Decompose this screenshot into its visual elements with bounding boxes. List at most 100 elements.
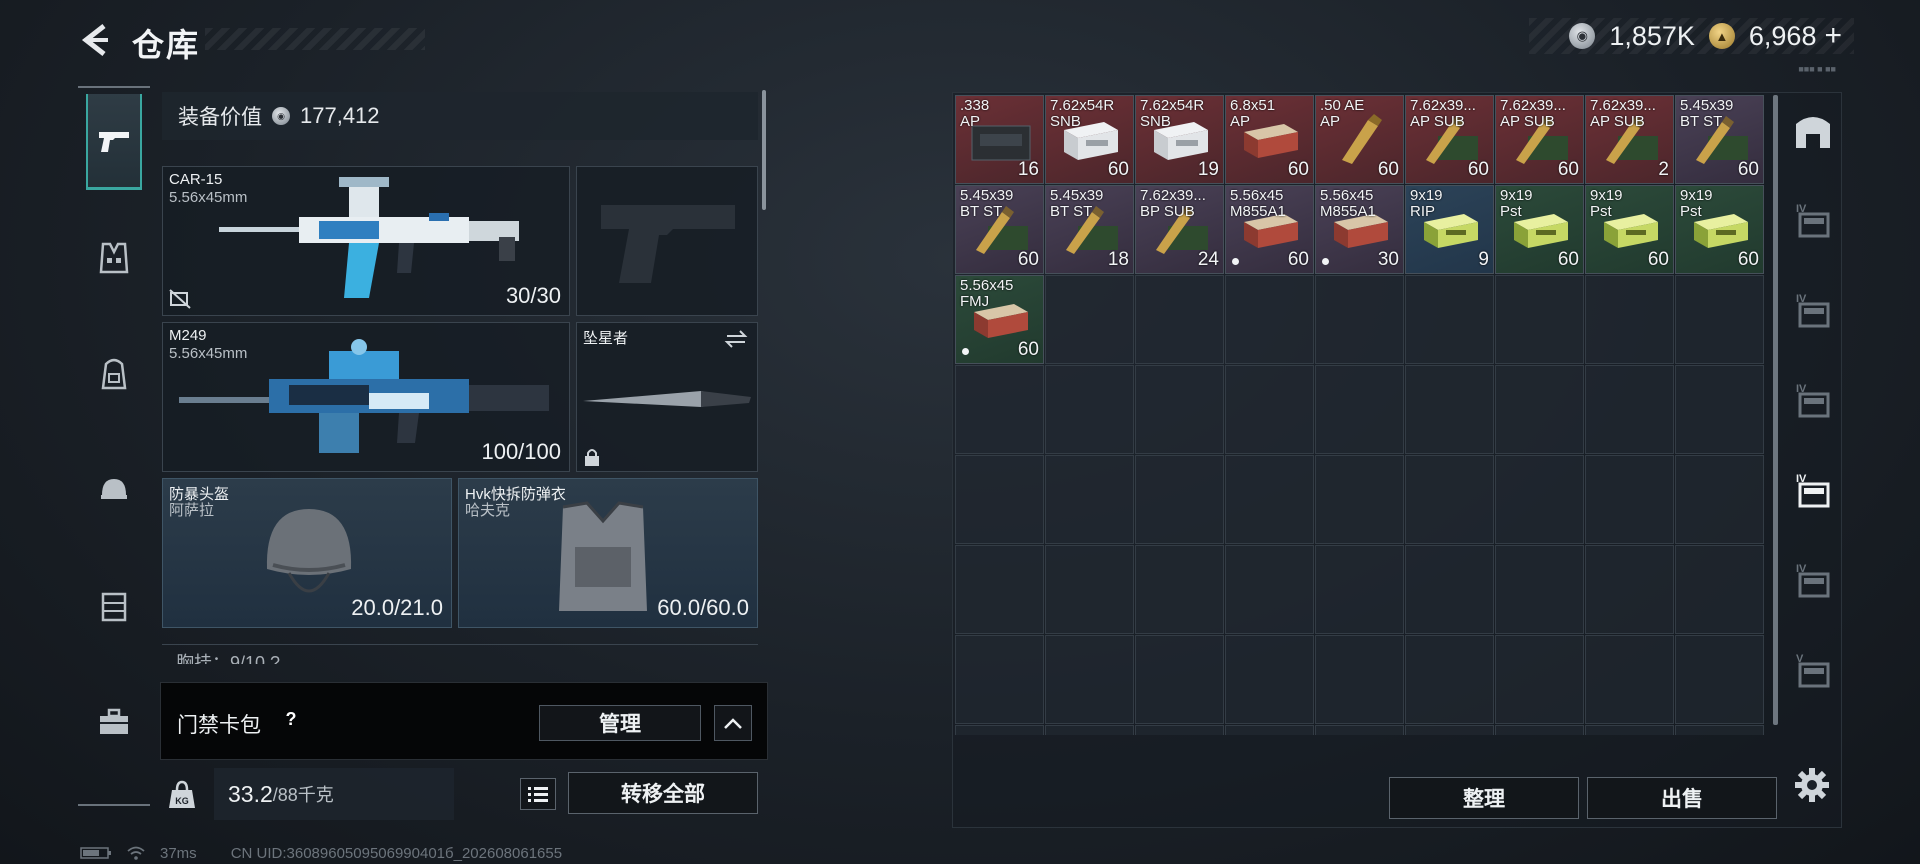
storage-item[interactable]: 7.62x39... AP SUB 60 (1405, 95, 1494, 184)
storage-item[interactable]: 7.62x54R SNB 19 (1135, 95, 1224, 184)
category-backpack[interactable] (86, 326, 142, 422)
grid-cell[interactable] (1675, 545, 1764, 634)
grid-cell[interactable] (1135, 365, 1224, 454)
storage-item[interactable]: 9x19 RIP 9 (1405, 185, 1494, 274)
back-button[interactable] (78, 22, 114, 58)
collapse-button[interactable] (714, 705, 752, 741)
storage-tab[interactable]: IV (1789, 377, 1837, 425)
grid-cell[interactable] (1135, 545, 1224, 634)
pistol-slot-empty[interactable] (576, 166, 758, 316)
grid-cell[interactable] (1585, 725, 1674, 735)
grid-cell[interactable] (1225, 275, 1314, 364)
grid-cell[interactable] (1225, 455, 1314, 544)
storage-item[interactable]: .50 AE AP 60 (1315, 95, 1404, 184)
storage-tab[interactable]: IV (1789, 287, 1837, 335)
grid-cell[interactable] (1585, 545, 1674, 634)
grid-cell[interactable] (1225, 725, 1314, 735)
storage-item[interactable]: 7.62x39... BP SUB 24 (1135, 185, 1224, 274)
storage-tab[interactable]: IV (1789, 557, 1837, 605)
manage-button[interactable]: 管理 (539, 705, 701, 741)
storage-item[interactable]: 5.45x39 BT ST 60 (955, 185, 1044, 274)
grid-cell[interactable] (1495, 455, 1584, 544)
storage-item[interactable]: 7.62x39... AP SUB 2 (1585, 95, 1674, 184)
grid-cell[interactable] (1675, 635, 1764, 724)
grid-cell[interactable] (1315, 365, 1404, 454)
storage-item[interactable]: 7.62x54R SNB 60 (1045, 95, 1134, 184)
category-case[interactable] (86, 674, 142, 770)
storage-tab[interactable]: V (1789, 647, 1837, 695)
grid-cell[interactable] (1405, 275, 1494, 364)
storage-item[interactable]: 5.56x45 M855A1 30 (1315, 185, 1404, 274)
storage-item[interactable]: 9x19 Pst 60 (1675, 185, 1764, 274)
storage-tab[interactable]: IV (1789, 197, 1837, 245)
grid-cell[interactable] (1045, 275, 1134, 364)
grid-cell[interactable] (1135, 455, 1224, 544)
grid-cell[interactable] (1045, 455, 1134, 544)
grid-cell[interactable] (1045, 725, 1134, 735)
grid-cell[interactable] (1315, 455, 1404, 544)
grid-cell[interactable] (1495, 275, 1584, 364)
grid-cell[interactable] (1045, 545, 1134, 634)
category-helmet[interactable] (86, 442, 142, 538)
grid-cell[interactable] (1405, 365, 1494, 454)
grid-cell[interactable] (955, 725, 1044, 735)
grid-cell[interactable] (1405, 545, 1494, 634)
storage-item[interactable]: 6.8x51 AP 60 (1225, 95, 1314, 184)
grid-cell[interactable] (1405, 635, 1494, 724)
category-rig[interactable] (86, 558, 142, 654)
grid-cell[interactable] (1585, 455, 1674, 544)
storage-item[interactable]: .338 AP 16 (955, 95, 1044, 184)
grid-cell[interactable] (1675, 365, 1764, 454)
grid-cell[interactable] (1495, 725, 1584, 735)
chest-rig-row[interactable]: 胸挂：9/10 ? (162, 644, 758, 664)
grid-cell[interactable] (1405, 455, 1494, 544)
category-weapons[interactable] (86, 94, 142, 190)
storage-item[interactable]: 7.62x39... AP SUB 60 (1495, 95, 1584, 184)
grid-cell[interactable] (1495, 365, 1584, 454)
grid-cell[interactable] (1675, 725, 1764, 735)
grid-cell[interactable] (1225, 635, 1314, 724)
armor-slot[interactable]: Hvk快拆防弹衣 哈夫克 60.0/60.0 (458, 478, 758, 628)
storage-item[interactable]: 5.56x45 FMJ 60 (955, 275, 1044, 364)
swap-icon[interactable] (723, 329, 749, 349)
grid-cell[interactable] (1135, 725, 1224, 735)
grid-cell[interactable] (1135, 275, 1224, 364)
settings-gear-icon[interactable] (1792, 765, 1832, 805)
grid-cell[interactable] (955, 545, 1044, 634)
storage-item[interactable]: 5.45x39 BT ST 18 (1045, 185, 1134, 274)
storage-tab[interactable]: IV (1789, 467, 1837, 515)
transfer-all-button[interactable]: 转移全部 (568, 772, 758, 814)
grid-cell[interactable] (1495, 635, 1584, 724)
sort-button[interactable]: 整理 (1389, 777, 1579, 819)
helmet-slot[interactable]: 防暴头盔 阿萨拉 20.0/21.0 (162, 478, 452, 628)
help-icon[interactable]: ? (277, 705, 305, 733)
melee-slot[interactable]: 坠星者 (576, 322, 758, 472)
storage-scrollbar[interactable] (1773, 95, 1778, 725)
grid-cell[interactable] (1225, 365, 1314, 454)
grid-cell[interactable] (1675, 455, 1764, 544)
grid-cell[interactable] (955, 635, 1044, 724)
storage-item[interactable]: 5.45x39 BT ST 60 (1675, 95, 1764, 184)
storage-tab[interactable] (1789, 107, 1837, 155)
grid-cell[interactable] (1315, 545, 1404, 634)
grid-cell[interactable] (1585, 275, 1674, 364)
grid-cell[interactable] (1585, 365, 1674, 454)
grid-cell[interactable] (1315, 635, 1404, 724)
loadout-scrollbar[interactable] (762, 90, 766, 210)
list-view-button[interactable] (520, 778, 556, 810)
category-armor[interactable] (86, 210, 142, 306)
grid-cell[interactable] (955, 455, 1044, 544)
storage-item[interactable]: 9x19 Pst 60 (1495, 185, 1584, 274)
grid-cell[interactable] (1675, 275, 1764, 364)
add-currency-button[interactable]: + (1824, 19, 1842, 53)
grid-cell[interactable] (1495, 545, 1584, 634)
grid-cell[interactable] (1315, 725, 1404, 735)
storage-item[interactable]: 5.56x45 M855A1 60 (1225, 185, 1314, 274)
grid-cell[interactable] (1585, 635, 1674, 724)
grid-cell[interactable] (955, 365, 1044, 454)
primary-weapon-slot[interactable]: CAR-15 5.56x45mm 30/30 (162, 166, 570, 316)
grid-cell[interactable] (1135, 635, 1224, 724)
storage-item[interactable]: 9x19 Pst 60 (1585, 185, 1674, 274)
secondary-weapon-slot[interactable]: M249 5.56x45mm 100/100 (162, 322, 570, 472)
grid-cell[interactable] (1045, 635, 1134, 724)
